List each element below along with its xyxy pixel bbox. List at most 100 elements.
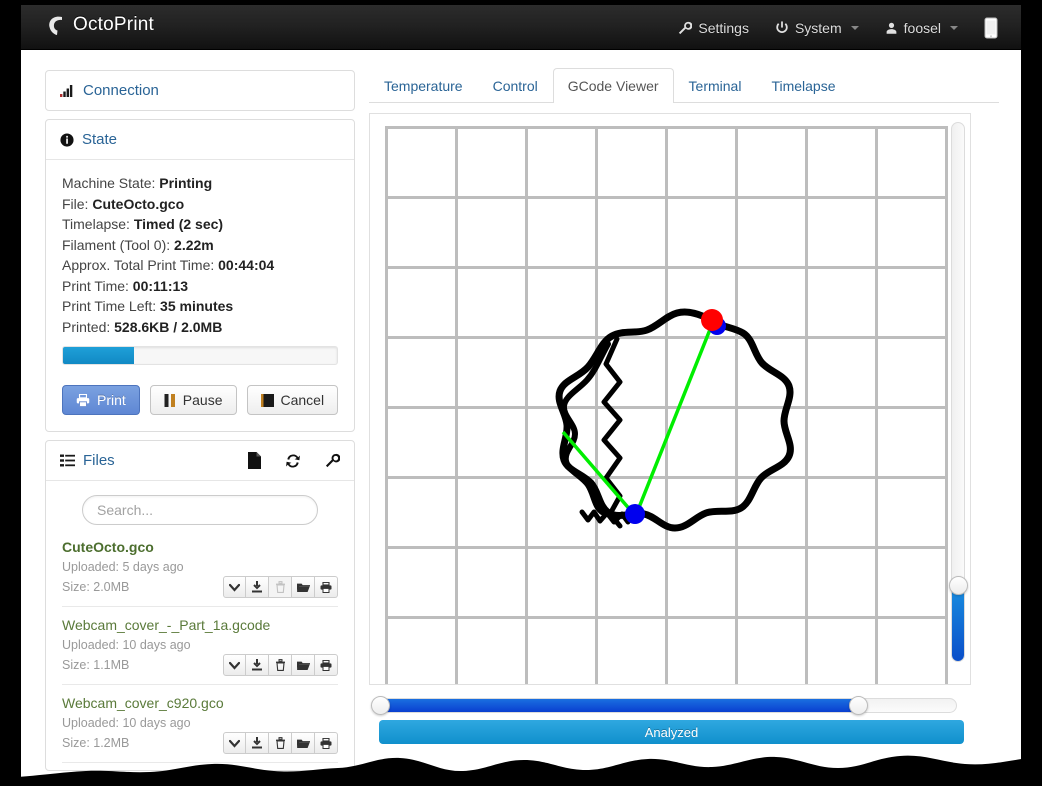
chevron-down-icon bbox=[229, 583, 240, 592]
power-icon bbox=[775, 21, 789, 35]
state-line: Approx. Total Print Time: 00:44:04 bbox=[62, 255, 338, 276]
state-line-value: 00:44:04 bbox=[218, 257, 274, 273]
file-name[interactable]: Webcam_cover_c920.gco bbox=[62, 695, 338, 711]
chevron-down-button[interactable] bbox=[223, 576, 246, 598]
nav-settings-label: Settings bbox=[698, 20, 749, 36]
state-header[interactable]: State bbox=[46, 120, 354, 159]
download-button[interactable] bbox=[246, 654, 269, 676]
state-line-value: 35 minutes bbox=[160, 298, 233, 314]
navbar-right: Settings System foos bbox=[665, 5, 1011, 50]
trash-button bbox=[269, 576, 292, 598]
chevron-down-button[interactable] bbox=[223, 654, 246, 676]
folder-button[interactable] bbox=[292, 654, 315, 676]
trash-icon bbox=[275, 659, 286, 671]
chevron-down-icon bbox=[950, 26, 958, 30]
trash-button[interactable] bbox=[269, 654, 292, 676]
file-action-buttons bbox=[223, 732, 338, 754]
command-slider-track[interactable] bbox=[379, 698, 957, 713]
analysis-status-bar: Analyzed bbox=[379, 720, 964, 744]
cancel-button-label: Cancel bbox=[281, 393, 325, 407]
tab-gcode-viewer[interactable]: GCode Viewer bbox=[553, 68, 674, 103]
printer-icon bbox=[76, 394, 90, 407]
tab-temperature[interactable]: Temperature bbox=[369, 68, 478, 103]
file-list-item[interactable]: Webcam_cover_c920.gco Uploaded: 10 days a… bbox=[62, 685, 338, 763]
search-input[interactable] bbox=[82, 495, 318, 525]
state-line-value: 528.6KB / 2.0MB bbox=[114, 319, 222, 335]
command-slider-handle-end[interactable] bbox=[849, 696, 868, 715]
connection-header[interactable]: Connection bbox=[46, 71, 354, 110]
state-line-label: Filament (Tool 0): bbox=[62, 237, 170, 253]
nav-user[interactable]: foosel bbox=[872, 5, 971, 50]
info-circle-icon bbox=[60, 133, 74, 147]
file-size: Size: 2.0MB bbox=[62, 578, 223, 596]
panel-files: Files bbox=[45, 440, 355, 771]
wrench-icon[interactable] bbox=[325, 453, 340, 468]
chevron-down-button[interactable] bbox=[223, 732, 246, 754]
state-title: State bbox=[82, 131, 117, 148]
state-line-label: Print Time Left: bbox=[62, 298, 156, 314]
state-line: Printed: 528.6KB / 2.0MB bbox=[62, 317, 338, 338]
print-icon bbox=[320, 582, 332, 593]
brand-logo[interactable]: OctoPrint bbox=[46, 14, 154, 36]
file-footer: Size: 1.2MB bbox=[62, 732, 338, 754]
file-upload-date: Uploaded: 10 days ago bbox=[62, 714, 338, 732]
state-line-label: Approx. Total Print Time: bbox=[62, 257, 214, 273]
file-upload-date: Uploaded: 5 days ago bbox=[62, 558, 338, 576]
signal-bars-icon bbox=[60, 84, 75, 97]
octoprint-logo-icon bbox=[46, 14, 66, 36]
nav-mobile-view[interactable] bbox=[971, 5, 1011, 50]
nav-user-label: foosel bbox=[904, 20, 941, 36]
octoprint-page: OctoPrint Settings System bbox=[21, 5, 1021, 780]
tab-terminal[interactable]: Terminal bbox=[674, 68, 757, 103]
list-icon bbox=[60, 454, 75, 467]
files-header[interactable]: Files bbox=[46, 441, 354, 480]
print-button[interactable] bbox=[315, 732, 338, 754]
layer-slider-handle[interactable] bbox=[949, 576, 968, 595]
file-upload-date: Uploaded: 10 days ago bbox=[62, 636, 338, 654]
file-icon[interactable] bbox=[248, 452, 261, 469]
layer-slider-fill bbox=[952, 585, 964, 661]
tab-bar: TemperatureControlGCode ViewerTerminalTi… bbox=[369, 65, 999, 103]
chevron-down-icon bbox=[229, 739, 240, 748]
nav-settings[interactable]: Settings bbox=[665, 5, 762, 50]
trash-button[interactable] bbox=[269, 732, 292, 754]
cancel-button[interactable]: Cancel bbox=[247, 385, 339, 415]
file-size: Size: 1.1MB bbox=[62, 656, 223, 674]
print-progress-bar bbox=[62, 346, 338, 365]
tab-timelapse[interactable]: Timelapse bbox=[756, 68, 850, 103]
command-slider-handle-start[interactable] bbox=[371, 696, 390, 715]
pause-icon bbox=[164, 394, 176, 407]
state-line-value: Timed (2 sec) bbox=[134, 216, 223, 232]
connection-title: Connection bbox=[83, 82, 159, 99]
tab-control[interactable]: Control bbox=[478, 68, 553, 103]
gcode-viewer bbox=[369, 113, 971, 685]
download-button[interactable] bbox=[246, 732, 269, 754]
nav-system-label: System bbox=[795, 20, 842, 36]
gcode-canvas[interactable] bbox=[370, 114, 948, 684]
state-line-value: 00:11:13 bbox=[133, 278, 188, 294]
wrench-icon bbox=[678, 21, 692, 35]
folder-button[interactable] bbox=[292, 576, 315, 598]
download-button[interactable] bbox=[246, 576, 269, 598]
file-name[interactable]: Webcam_cover_-_Part_1a.gcode bbox=[62, 617, 338, 633]
command-slider-fill bbox=[380, 699, 858, 712]
file-size: Size: 1.2MB bbox=[62, 734, 223, 752]
print-button[interactable] bbox=[315, 576, 338, 598]
file-list-item[interactable]: CuteOcto.gco Uploaded: 5 days ago Size: 2.… bbox=[62, 525, 338, 607]
file-name[interactable]: CuteOcto.gco bbox=[62, 539, 338, 555]
user-icon bbox=[885, 21, 898, 35]
nav-system[interactable]: System bbox=[762, 5, 872, 50]
page-content: Connection State bbox=[21, 50, 1021, 780]
print-button[interactable] bbox=[315, 654, 338, 676]
state-line: Filament (Tool 0): 2.22m bbox=[62, 235, 338, 256]
folder-icon bbox=[297, 582, 310, 593]
command-slider[interactable] bbox=[369, 695, 971, 715]
folder-button[interactable] bbox=[292, 732, 315, 754]
print-progress-fill bbox=[63, 347, 134, 364]
pause-button[interactable]: Pause bbox=[150, 385, 237, 415]
refresh-icon[interactable] bbox=[285, 453, 301, 469]
file-list-item[interactable]: Webcam_cover_-_Part_1a.gcode Uploaded: 10… bbox=[62, 607, 338, 685]
layer-slider[interactable] bbox=[951, 122, 965, 662]
print-button[interactable]: Print bbox=[62, 385, 140, 415]
pause-button-label: Pause bbox=[183, 393, 223, 407]
